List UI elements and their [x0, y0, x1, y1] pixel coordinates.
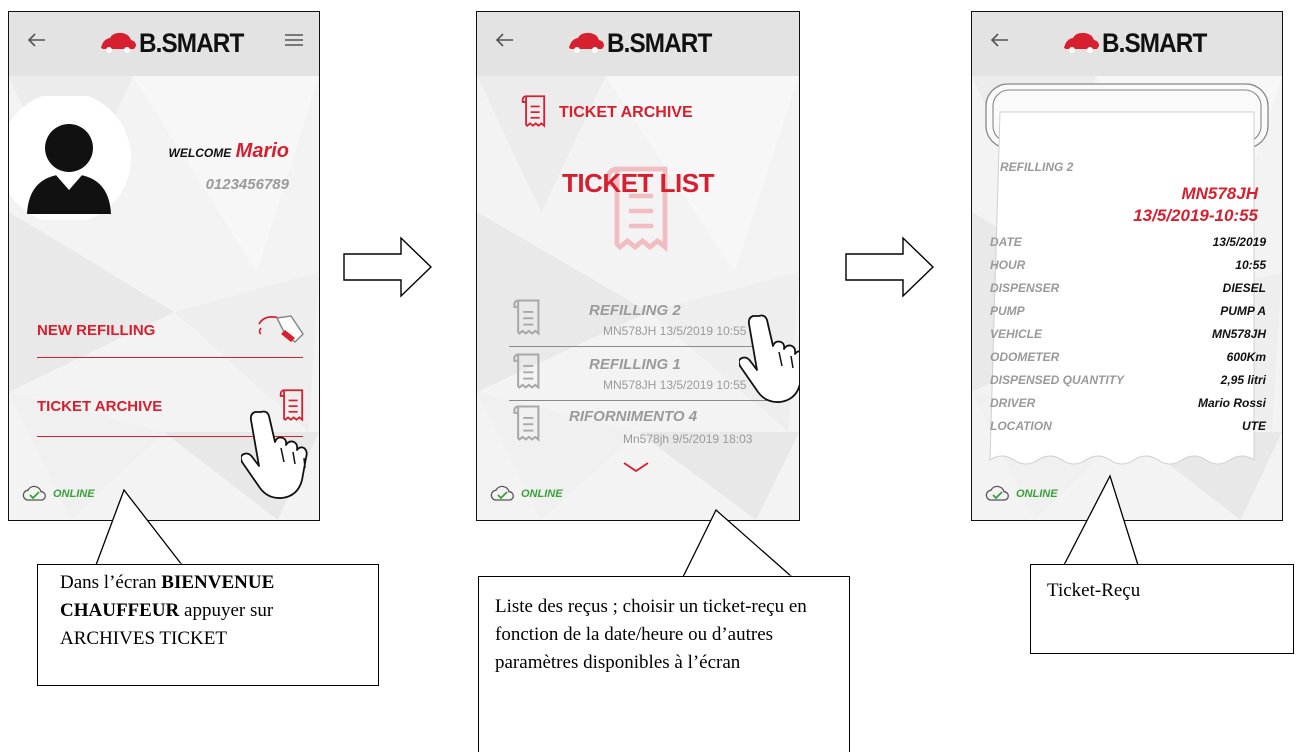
- callout-welcome: Dans l’écran BIENVENUE CHAUFFEUR appuyer…: [37, 564, 379, 686]
- callout-ticket-receipt-text: Ticket-Reçu: [1047, 580, 1141, 601]
- callout-welcome-text: Dans l’écran: [60, 572, 162, 593]
- callout-ticket-list-text: Liste des reçus ; choisir un ticket-reçu…: [495, 596, 807, 673]
- callout-ticket-receipt: Ticket-Reçu: [1030, 564, 1294, 654]
- callout-ticket-list: Liste des reçus ; choisir un ticket-reçu…: [478, 576, 850, 752]
